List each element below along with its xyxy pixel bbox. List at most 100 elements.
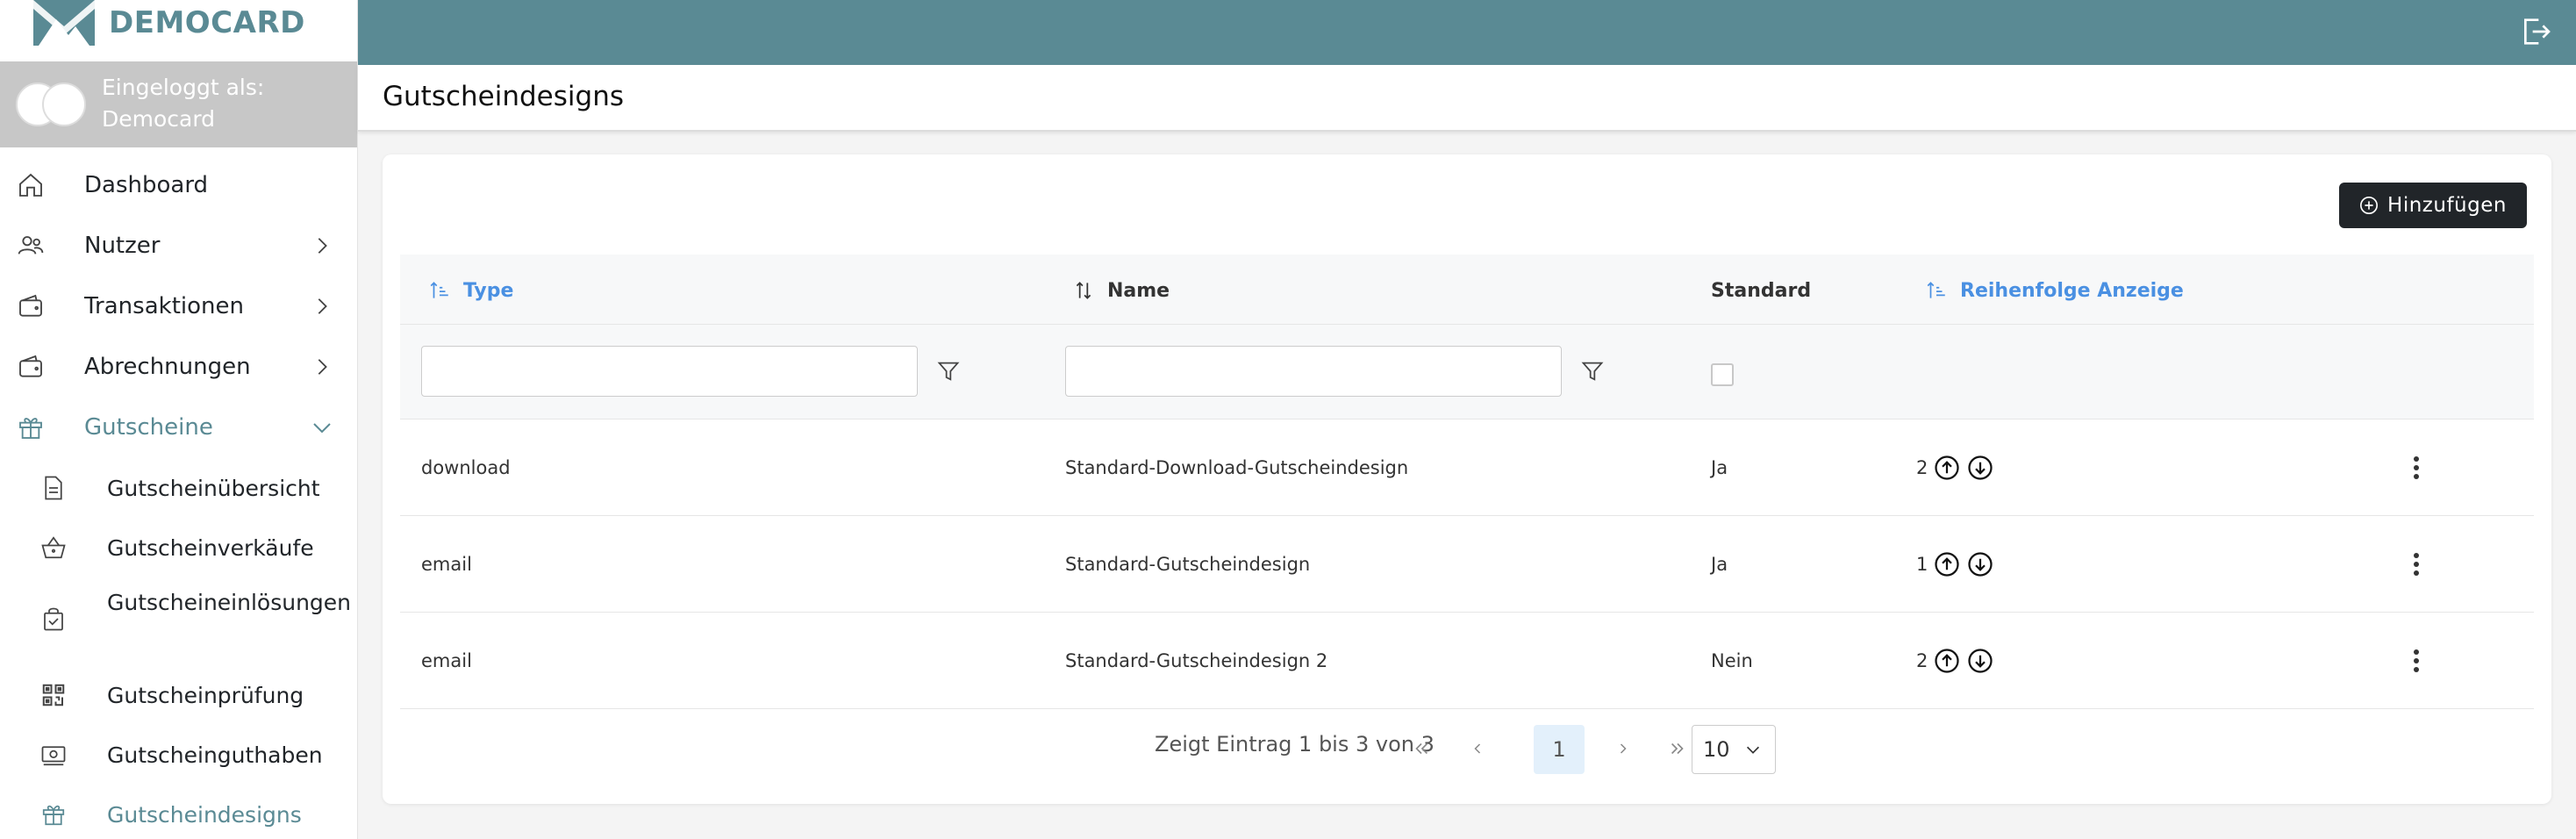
standard-cell: Ja (1711, 554, 1728, 575)
type-cell: download (421, 457, 511, 478)
next-page-button[interactable] (1602, 725, 1644, 772)
sidebar-item-nutzer[interactable]: Nutzer (0, 221, 357, 270)
sidebar-item-gutscheine[interactable]: Gutscheine (0, 403, 357, 452)
column-header-type[interactable]: Type (428, 276, 513, 305)
sidebar-item-abrechnungen[interactable]: Abrechnungen (0, 342, 357, 391)
column-label: Name (1107, 279, 1170, 302)
sidebar-subitem-gutscheineinloesungen[interactable]: Gutscheineinlösungen (0, 583, 357, 653)
move-down-button[interactable] (1966, 454, 1994, 482)
row-menu-button[interactable] (2401, 549, 2432, 580)
gift-icon (16, 412, 46, 442)
chevron-down-icon (1746, 746, 1760, 754)
arrow-down-circle-icon (1968, 649, 1993, 673)
sidebar-subitem-label: Gutscheinverkäufe (107, 535, 314, 561)
order-cell: 1 (1916, 516, 1994, 613)
move-up-button[interactable] (1933, 454, 1961, 482)
sidebar-subitem-label: Gutscheinguthaben (107, 742, 323, 768)
prev-page-button[interactable] (1456, 725, 1499, 772)
table-header: Type Name Standard Reihenfolge Anzeige (400, 255, 2534, 325)
pagination-info: Zeigt Eintrag 1 bis 3 von 3 (1155, 732, 1435, 757)
kebab-menu-icon (2414, 456, 2419, 479)
filter-row (400, 325, 2534, 420)
standard-filter-checkbox[interactable] (1711, 363, 1734, 386)
sidebar-subitem-gutscheinpruefung[interactable]: Gutscheinprüfung (0, 670, 357, 720)
move-down-button[interactable] (1966, 550, 1994, 578)
pagination: Zeigt Eintrag 1 bis 3 von 3 1 10 (400, 711, 2534, 781)
users-icon (16, 231, 46, 261)
page-size-value: 10 (1703, 737, 1730, 762)
sidebar-subitem-label: Gutscheinprüfung (107, 683, 304, 708)
arrow-down-circle-icon (1968, 455, 1993, 480)
move-up-button[interactable] (1933, 647, 1961, 675)
table-row[interactable]: email Standard-Gutscheindesign 2 Nein 2 (400, 613, 2534, 709)
avatar (16, 82, 86, 126)
filter-icon[interactable] (1579, 358, 1606, 384)
sidebar-item-label: Abrechnungen (84, 354, 251, 380)
column-header-name[interactable]: Name (1072, 276, 1170, 305)
kebab-menu-icon (2414, 553, 2419, 576)
logout-button[interactable] (2516, 12, 2555, 51)
column-header-reihenfolge[interactable]: Reihenfolge Anzeige (1925, 276, 2184, 305)
chevron-right-icon (1620, 743, 1627, 754)
sidebar-subitem-gutscheinverkaeufe[interactable]: Gutscheinverkäufe (0, 523, 357, 572)
content-card: Hinzufügen Type Name Standard Reihenfolg… (383, 154, 2551, 804)
filter-icon[interactable] (935, 358, 962, 384)
page-number-button[interactable]: 1 (1534, 725, 1585, 774)
row-menu-button[interactable] (2401, 452, 2432, 484)
plus-circle-icon (2360, 197, 2379, 214)
sidebar: DEMOCARD Eingeloggt als: Democard Dashbo… (0, 0, 358, 839)
app-root: DEMOCARD Eingeloggt als: Democard Dashbo… (0, 0, 2576, 839)
sidebar-subitem-gutscheinuebersicht[interactable]: Gutscheinübersicht (0, 463, 357, 513)
chevron-left-icon (1474, 743, 1481, 754)
column-label: Type (463, 279, 514, 302)
type-cell: email (421, 650, 472, 671)
sidebar-item-label: Nutzer (84, 233, 161, 259)
login-label: Eingeloggt als: (102, 75, 265, 100)
table-row[interactable]: email Standard-Gutscheindesign Ja 1 (400, 516, 2534, 613)
order-cell: 2 (1916, 613, 1994, 709)
order-value: 2 (1916, 650, 1928, 671)
order-cell: 2 (1916, 420, 1994, 516)
name-filter-input[interactable] (1065, 346, 1562, 397)
first-page-button[interactable] (1400, 725, 1442, 772)
logout-icon (2524, 18, 2551, 45)
move-down-button[interactable] (1966, 647, 1994, 675)
order-value: 1 (1916, 554, 1928, 575)
sidebar-subitem-label: Gutscheineinlösungen (107, 590, 352, 615)
brand-name: DEMOCARD (109, 5, 305, 40)
row-menu-button[interactable] (2401, 645, 2432, 677)
sidebar-subitem-gutscheindesigns[interactable]: Gutscheindesigns (0, 790, 357, 839)
topbar (358, 0, 2576, 65)
sort-ascending-icon (1927, 282, 1945, 298)
sidebar-item-dashboard[interactable]: Dashboard (0, 161, 357, 210)
chevron-down-icon (309, 414, 335, 441)
sidebar-item-label: Dashboard (84, 172, 209, 198)
add-button[interactable]: Hinzufügen (2339, 183, 2527, 228)
qr-code-icon (39, 680, 68, 710)
move-up-button[interactable] (1933, 550, 1961, 578)
standard-cell: Ja (1711, 457, 1728, 478)
basket-icon (39, 533, 68, 563)
name-cell: Standard-Gutscheindesign 2 (1065, 650, 1328, 671)
logo[interactable]: DEMOCARD (0, 0, 357, 61)
type-filter-input[interactable] (421, 346, 918, 397)
sidebar-subitem-gutscheinguthaben[interactable]: Gutscheinguthaben (0, 730, 357, 779)
page-size-select[interactable]: 10 (1692, 725, 1776, 774)
document-icon (39, 473, 68, 503)
table-row[interactable]: download Standard-Download-Gutscheindesi… (400, 420, 2534, 516)
standard-cell: Nein (1711, 650, 1753, 671)
sidebar-item-transaktionen[interactable]: Transaktionen (0, 282, 357, 331)
sidebar-item-label: Gutscheine (84, 414, 213, 441)
wallet-icon (16, 291, 46, 321)
add-button-label: Hinzufügen (2387, 194, 2507, 217)
arrow-up-circle-icon (1935, 649, 1959, 673)
gift-icon (39, 800, 68, 829)
logo-mark-icon (33, 0, 95, 46)
name-cell: Standard-Download-Gutscheindesign (1065, 457, 1409, 478)
page-header: Gutscheindesigns (358, 65, 2576, 132)
name-cell: Standard-Gutscheindesign (1065, 554, 1311, 575)
type-cell: email (421, 554, 472, 575)
column-label: Reihenfolge Anzeige (1960, 279, 2184, 302)
chevrons-right-icon (1671, 742, 1684, 755)
column-header-standard: Standard (1711, 276, 1811, 305)
